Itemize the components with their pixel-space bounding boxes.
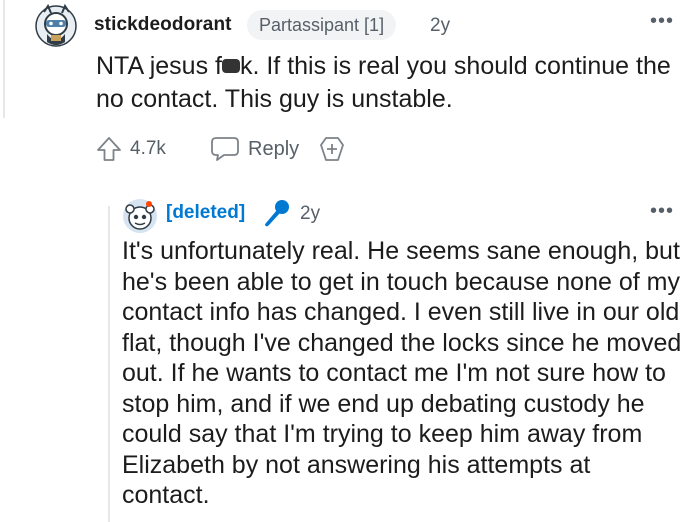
reply-age: 2y xyxy=(300,203,321,224)
reply-body: It's unfortunately real. He seems sane e… xyxy=(122,237,682,509)
upvote-button[interactable]: 4.7k xyxy=(96,133,166,165)
comment-age: 2y xyxy=(430,15,451,36)
microphone-icon xyxy=(265,200,289,227)
vote-score: 4.7k xyxy=(130,138,166,159)
reply-username[interactable]: [deleted] xyxy=(166,202,245,224)
reply-thread-line[interactable] xyxy=(108,206,110,522)
reply-label: Reply xyxy=(248,137,300,160)
more-options-button[interactable]: ••• xyxy=(650,201,674,221)
comment-body-start: NTA jesus f xyxy=(96,52,222,80)
comment-body: NTA jesus f k. If this is real you should… xyxy=(96,50,686,116)
comment-username[interactable]: stickdeodorant xyxy=(94,14,232,36)
speech-bubble-icon xyxy=(211,137,239,161)
snoo-avatar-icon[interactable] xyxy=(122,198,158,234)
comment-thread: stickdeodorant Partassipant [1] 2y ••• N… xyxy=(0,0,700,522)
thread-line[interactable] xyxy=(3,0,5,118)
user-flair: Partassipant [1] xyxy=(247,10,397,40)
more-options-button[interactable]: ••• xyxy=(650,11,674,31)
snoo-avatar-icon[interactable] xyxy=(34,2,78,48)
add-award-icon[interactable] xyxy=(318,135,346,163)
upvote-arrow-icon[interactable] xyxy=(96,136,122,162)
reply-button[interactable]: Reply xyxy=(210,133,299,165)
censor-icon xyxy=(221,59,240,73)
